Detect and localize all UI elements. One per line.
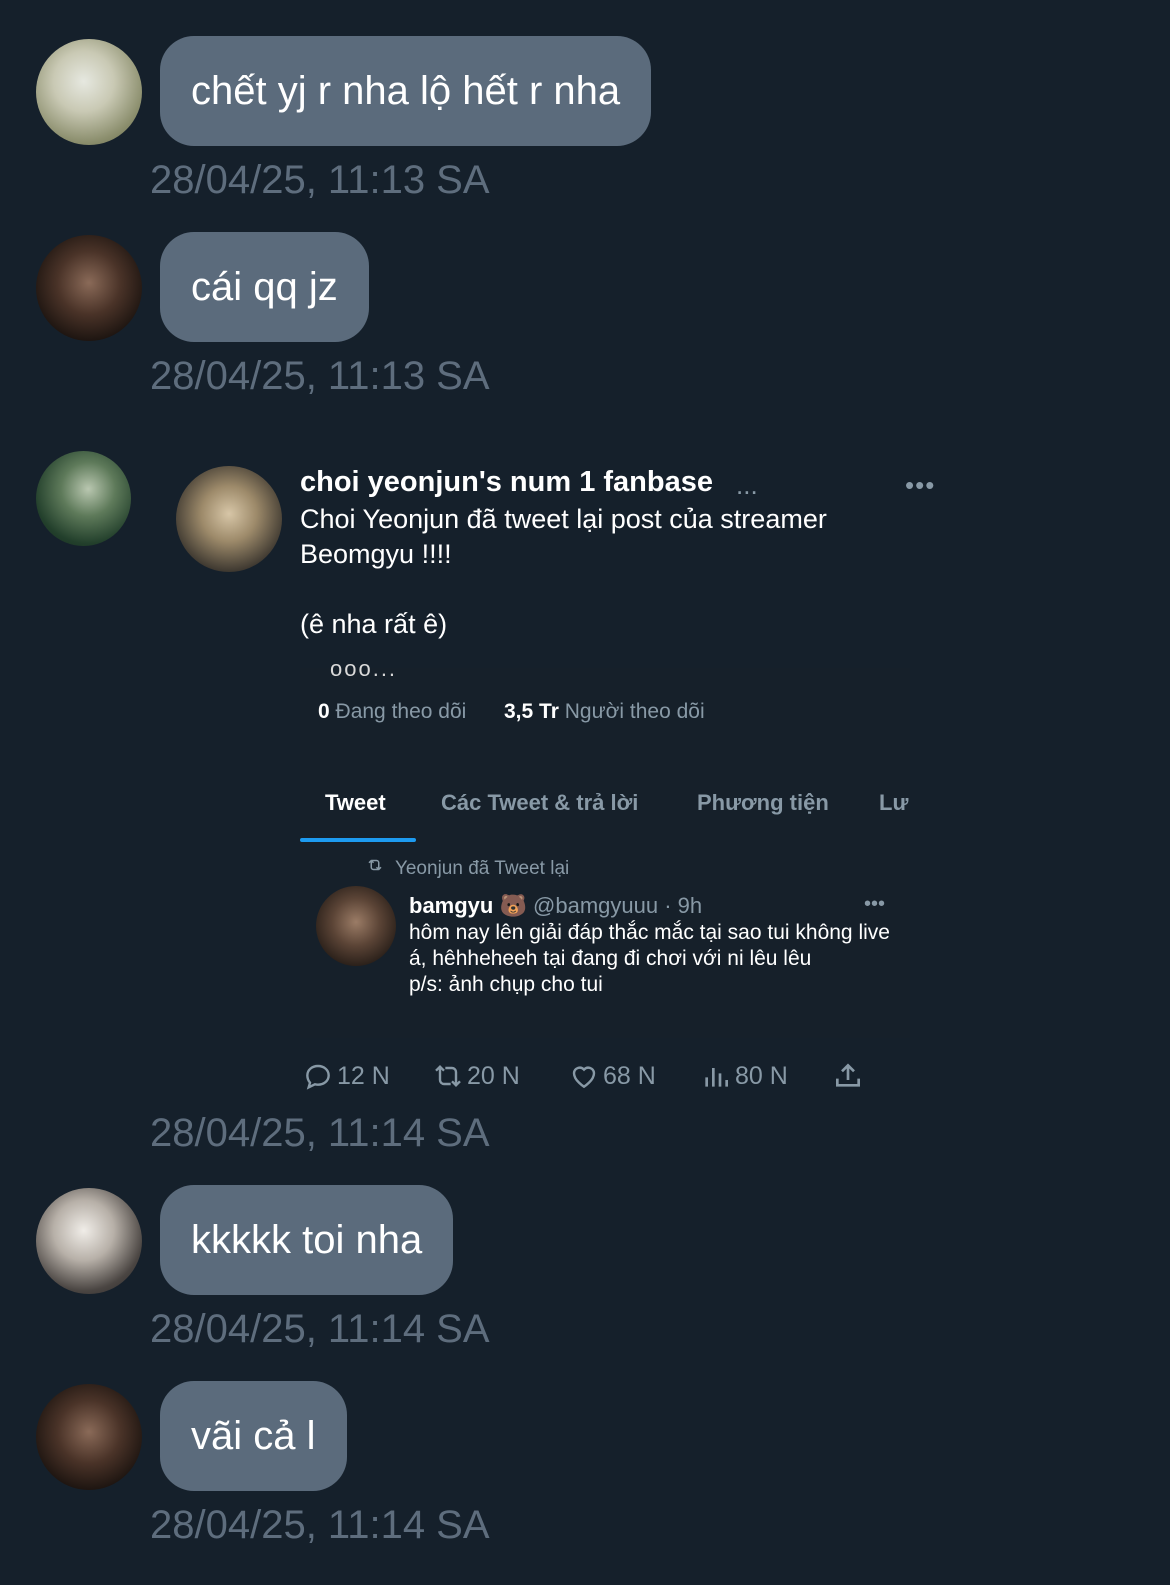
retweet-icon bbox=[435, 1064, 461, 1088]
reply-icon bbox=[306, 1064, 330, 1090]
message-bubble[interactable]: chết yj r nha lộ hết r nha bbox=[160, 36, 652, 146]
avatar[interactable] bbox=[36, 1188, 142, 1294]
inner-tweet-avatar bbox=[316, 886, 396, 966]
followers-stat: 3,5 Tr Người theo dõi bbox=[504, 700, 705, 724]
more-options-icon[interactable]: ••• bbox=[905, 470, 935, 501]
message-bubble[interactable]: vãi cả l bbox=[160, 1381, 347, 1491]
tweet-text-line: Choi Yeonjun đã tweet lại post của strea… bbox=[300, 504, 827, 569]
message-bubble[interactable]: cái qq jz bbox=[160, 232, 369, 342]
reply-action[interactable]: 12 N bbox=[302, 1060, 390, 1092]
tweet-text: Choi Yeonjun đã tweet lại post của strea… bbox=[300, 502, 920, 642]
tweet-text-line: (ê nha rất ê) bbox=[300, 609, 448, 639]
retweet-action[interactable]: 20 N bbox=[432, 1060, 520, 1092]
inner-tweet-text: hôm nay lên giải đáp thắc mắc tại sao tu… bbox=[409, 920, 899, 998]
message-timestamp: 28/04/25, 11:13 SA bbox=[150, 354, 490, 398]
following-stat: 0 Đang theo dõi bbox=[318, 700, 466, 724]
tweet-author-avatar[interactable] bbox=[176, 466, 282, 572]
tweet-author-ellipsis: ... bbox=[736, 470, 758, 500]
tab-media: Phương tiện bbox=[697, 790, 829, 815]
retweet-icon bbox=[364, 856, 390, 880]
heart-icon bbox=[572, 1066, 596, 1089]
inner-tweet-header: bamgyu 🐻 @bamgyuuu · 9h bbox=[409, 893, 702, 919]
tab-tweets-replies: Các Tweet & trả lời bbox=[441, 790, 639, 815]
inner-tweet-name: bamgyu bbox=[409, 893, 494, 918]
like-count: 68 N bbox=[603, 1061, 656, 1090]
following-count: 0 bbox=[318, 700, 330, 723]
cropped-text: ooo... bbox=[330, 656, 398, 681]
avatar[interactable] bbox=[36, 39, 142, 145]
tweet-author-name[interactable]: choi yeonjun's num 1 fanbase bbox=[300, 466, 713, 499]
following-label: Đang theo dõi bbox=[335, 700, 467, 723]
retweet-count: 20 N bbox=[467, 1061, 520, 1090]
avatar[interactable] bbox=[36, 451, 131, 546]
message-timestamp: 28/04/25, 11:14 SA bbox=[150, 1503, 490, 1547]
avatar[interactable] bbox=[36, 235, 142, 341]
message-timestamp: 28/04/25, 11:14 SA bbox=[150, 1307, 490, 1351]
active-tab-indicator bbox=[300, 838, 416, 842]
followers-label: Người theo dõi bbox=[564, 700, 705, 723]
retweet-label: Yeonjun đã Tweet lại bbox=[394, 858, 570, 879]
bear-emoji: 🐻 bbox=[499, 893, 527, 918]
tab-likes: Lư bbox=[879, 790, 909, 815]
inner-more-icon: ••• bbox=[864, 893, 886, 915]
followers-count: 3,5 Tr bbox=[504, 700, 559, 723]
inner-tweet-line: hôm nay lên giải đáp thắc mắc tại sao tu… bbox=[409, 921, 890, 970]
views-icon bbox=[705, 1068, 728, 1087]
views-count: 80 N bbox=[735, 1061, 788, 1090]
share-icon bbox=[836, 1063, 860, 1087]
tab-tweet: Tweet bbox=[325, 790, 386, 815]
message-bubble[interactable]: kkkkk toi nha bbox=[160, 1185, 454, 1295]
avatar[interactable] bbox=[36, 1384, 142, 1490]
inner-tweet-line: p/s: ảnh chụp cho tui bbox=[409, 973, 603, 996]
reply-count: 12 N bbox=[337, 1061, 390, 1090]
retweet-indicator: Yeonjun đã Tweet lại bbox=[364, 856, 569, 880]
views-action[interactable]: 80 N bbox=[700, 1060, 788, 1092]
message-timestamp: 28/04/25, 11:14 SA bbox=[150, 1111, 490, 1155]
share-action[interactable] bbox=[832, 1060, 864, 1092]
message-timestamp: 28/04/25, 11:13 SA bbox=[150, 158, 490, 202]
inner-tweet-handle: @bamgyuuu · 9h bbox=[533, 893, 703, 918]
like-action[interactable]: 68 N bbox=[568, 1060, 656, 1092]
